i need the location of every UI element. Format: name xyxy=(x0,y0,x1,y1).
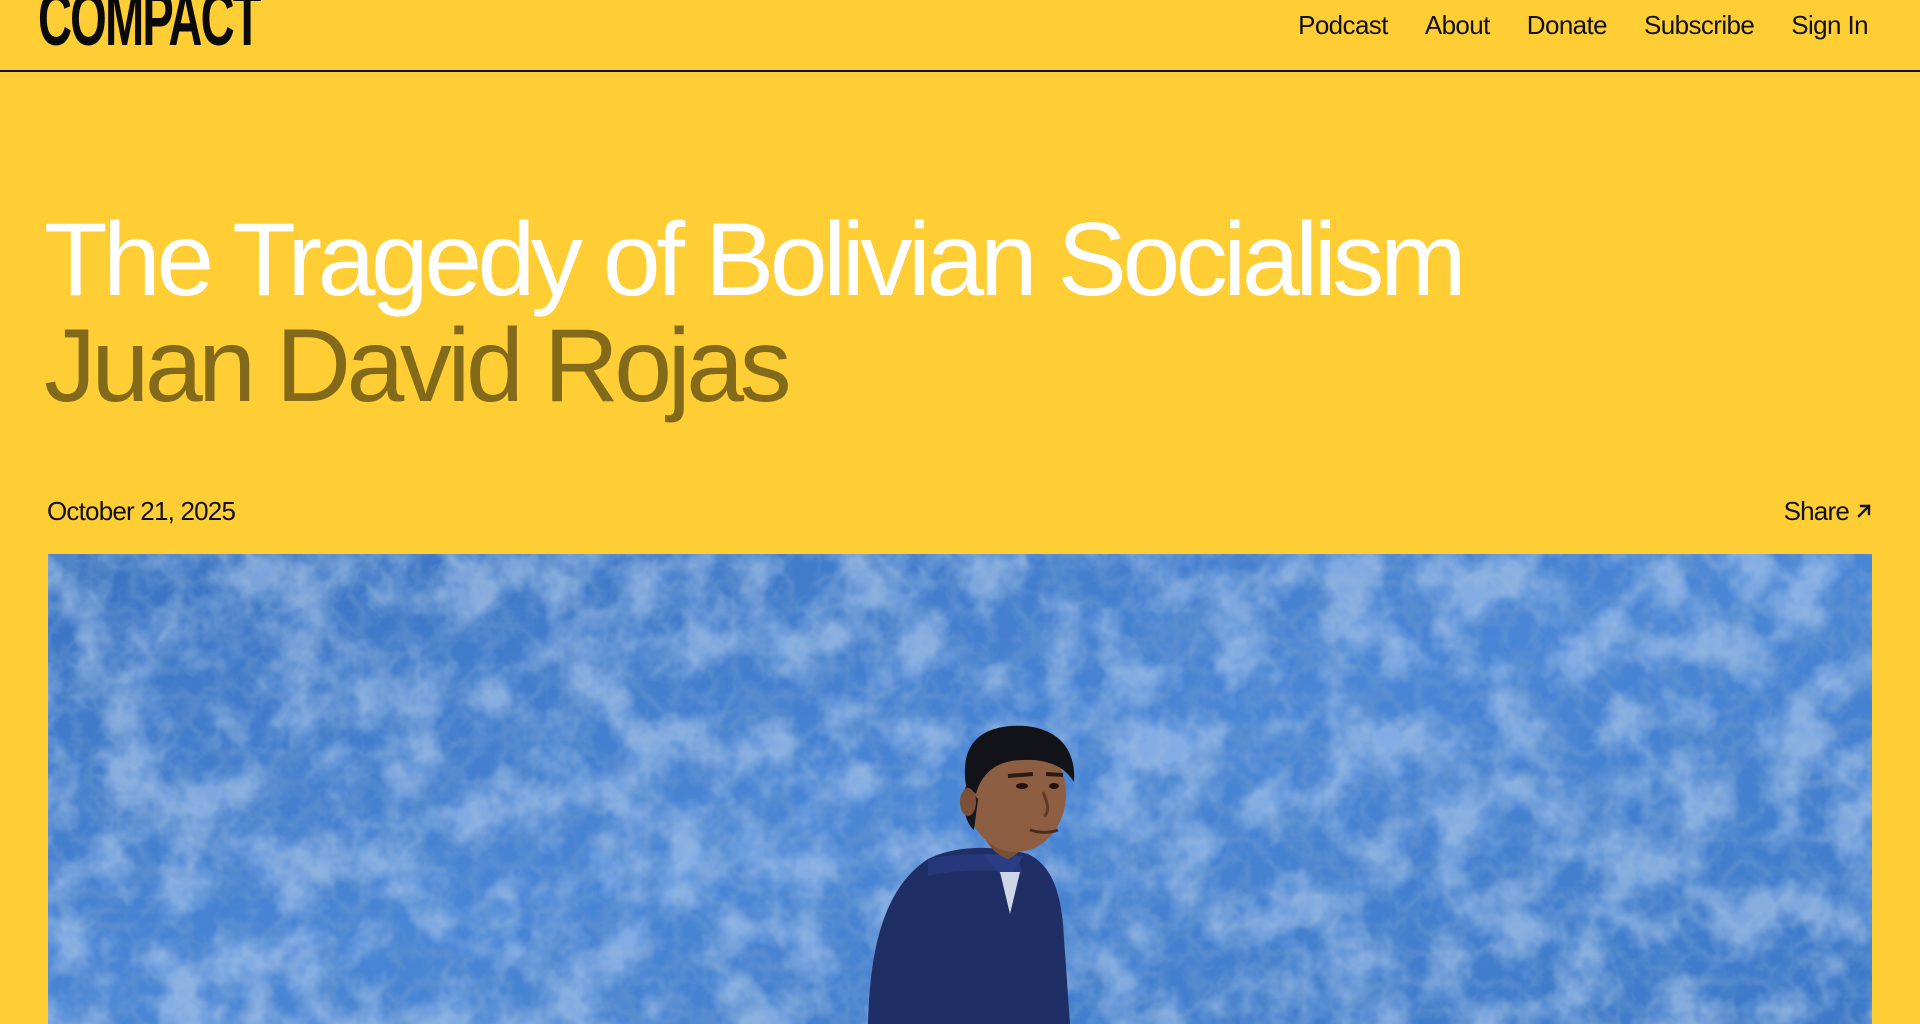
article-author[interactable]: Juan David Rojas xyxy=(44,312,792,420)
nav-about-link[interactable]: About xyxy=(1425,6,1491,44)
arrow-up-right-icon xyxy=(1855,502,1873,520)
nav-sign-in-link[interactable]: Sign In xyxy=(1791,6,1868,44)
nav-donate-link[interactable]: Donate xyxy=(1527,6,1608,44)
main-nav: Podcast About Donate Subscribe Sign In xyxy=(1298,6,1869,44)
site-logo[interactable]: COMPACT xyxy=(38,0,262,58)
article-date: October 21, 2025 xyxy=(47,496,236,526)
site-header: COMPACT Podcast About Donate Subscribe S… xyxy=(0,0,1920,72)
share-label: Share xyxy=(1783,496,1850,526)
hero-image xyxy=(48,554,1872,1024)
nav-subscribe-link[interactable]: Subscribe xyxy=(1644,6,1755,44)
nav-podcast-link[interactable]: Podcast xyxy=(1298,6,1388,44)
page: COMPACT Podcast About Donate Subscribe S… xyxy=(0,0,1920,1024)
article-title: The Tragedy of Bolivian Socialism xyxy=(44,202,1467,318)
share-button[interactable]: Share xyxy=(1784,494,1873,528)
